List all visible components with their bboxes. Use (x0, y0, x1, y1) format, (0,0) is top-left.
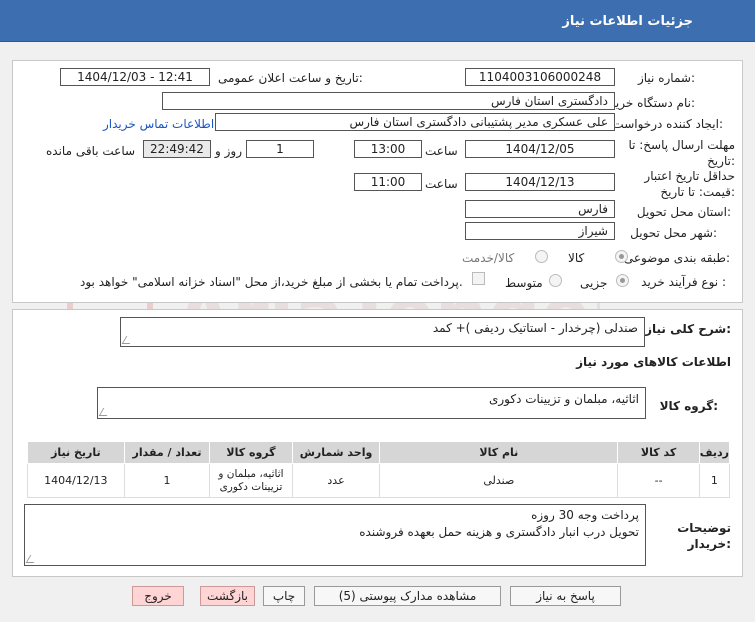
col-qty: تعداد / مقدار (123, 441, 211, 464)
days-field: 1 (246, 140, 314, 158)
attachments-button[interactable]: مشاهده مدارک پیوستی (5) (314, 586, 501, 606)
summary-text: صندلی (چرخدار - استاتیک ردیفی )+ کمد (432, 321, 638, 335)
remaining-time-label: ساعت باقی مانده (46, 144, 136, 158)
buyer-contact-link[interactable]: اطلاعات تماس خریدار (103, 117, 214, 131)
announce-field: 1404/12/03 - 12:41 (60, 68, 210, 86)
buyer-org-field: دادگستری استان فارس (162, 92, 615, 110)
creator-field: علی عسکری مدیر پشتیبانی دادگستری استان ف… (215, 113, 615, 131)
window-titlebar: جزئیات اطلاعات نیاز (0, 0, 755, 42)
resize-handle[interactable] (121, 336, 135, 344)
process-partial-label: جزیی (580, 276, 608, 290)
goods-group-label: گروه کالا: (659, 399, 718, 413)
col-row: ردیف (698, 441, 731, 464)
cell-date: 1404/12/13 (27, 463, 125, 498)
col-name: نام کالا (379, 441, 619, 464)
notes-line-1: پرداخت وجه 30 روزه (531, 508, 639, 522)
print-button[interactable]: چاپ (263, 586, 305, 606)
col-code: کد کالا (617, 441, 700, 464)
reply-time-field: 13:00 (354, 140, 422, 158)
reply-deadline-label: مهلت ارسال پاسخ: تا تاریخ: (628, 138, 735, 168)
category-goods-radio[interactable] (615, 250, 628, 263)
exit-button[interactable]: خروج (132, 586, 184, 606)
cell-unit: عدد (291, 463, 381, 498)
need-number-field: 1104003106000248 (465, 68, 615, 86)
goods-group-field: اثاثیه، مبلمان و تزیینات دکوری (97, 387, 646, 419)
col-unit: واحد شمارش (291, 441, 381, 464)
reply-date-field: 1404/12/05 (465, 140, 615, 158)
summary-label: شرح کلی نیاز: (645, 322, 731, 336)
goods-group-text: اثاثیه، مبلمان و تزیینات دکوری (488, 392, 639, 406)
province-label: استان محل تحویل: (636, 205, 731, 219)
notes-field: پرداخت وجه 30 روزه تحویل درب انبار دادگس… (24, 504, 646, 566)
city-label: شهر محل تحویل: (630, 226, 717, 240)
price-time-field: 11:00 (354, 173, 422, 191)
goods-info-heading: اطلاعات کالاهای مورد نیاز (576, 355, 731, 369)
category-label: طبقه بندی موضوعی: (623, 251, 730, 265)
notes-line-2: تحویل درب انبار دادگستری و هزینه حمل بعه… (359, 525, 639, 539)
category-goods-label: کالا (568, 251, 585, 265)
cell-group: اثاثیه، مبلمان و تزیینات دکوری (209, 463, 293, 498)
creator-label: ایجاد کننده درخواست: (612, 117, 723, 131)
back-button[interactable]: بازگشت (200, 586, 255, 606)
notes-label: توضیحات خریدار: (677, 521, 731, 551)
category-service-radio[interactable] (535, 250, 548, 263)
province-field: فارس (465, 200, 615, 218)
remaining-time-field: 22:49:42 (143, 140, 211, 158)
price-time-label: ساعت (425, 177, 458, 191)
price-validity-label: حداقل تاریخ اعتبار قیمت: تا تاریخ: (644, 169, 735, 199)
days-label: روز و (215, 144, 242, 158)
cell-name: صندلی (379, 463, 619, 498)
cell-code: -- (617, 463, 700, 498)
resize-handle[interactable] (25, 555, 39, 563)
need-number-label: شماره نیاز: (637, 71, 695, 85)
announce-label: تاریخ و ساعت اعلان عمومی: (218, 71, 363, 85)
col-date: تاریخ نیاز (27, 441, 125, 464)
category-service-label: کالا/خدمت (462, 251, 515, 265)
reply-time-label: ساعت (425, 144, 458, 158)
resize-handle[interactable] (98, 408, 112, 416)
table-row: 1 -- صندلی عدد اثاثیه، مبلمان و تزیینات … (27, 463, 731, 498)
table-header-row: ردیف کد کالا نام کالا واحد شمارش گروه کا… (27, 441, 731, 464)
treasury-payment-checkbox[interactable] (472, 272, 485, 285)
cell-qty: 1 (123, 463, 211, 498)
goods-table: ردیف کد کالا نام کالا واحد شمارش گروه کا… (27, 441, 731, 498)
price-date-field: 1404/12/13 (465, 173, 615, 191)
reply-button[interactable]: پاسخ به نیاز (510, 586, 621, 606)
col-group: گروه کالا (209, 441, 293, 464)
page-title: جزئیات اطلاعات نیاز (562, 14, 693, 29)
process-medium-radio[interactable] (549, 274, 562, 287)
process-medium-label: متوسط (505, 276, 543, 290)
summary-field: صندلی (چرخدار - استاتیک ردیفی )+ کمد (120, 317, 645, 347)
process-partial-radio[interactable] (616, 274, 629, 287)
cell-row: 1 (698, 463, 731, 498)
city-field: شیراز (465, 222, 615, 240)
treasury-payment-note: پرداخت تمام یا بخشی از مبلغ خرید،از محل … (80, 275, 463, 289)
process-label: نوع فرآیند خرید : (641, 275, 726, 289)
